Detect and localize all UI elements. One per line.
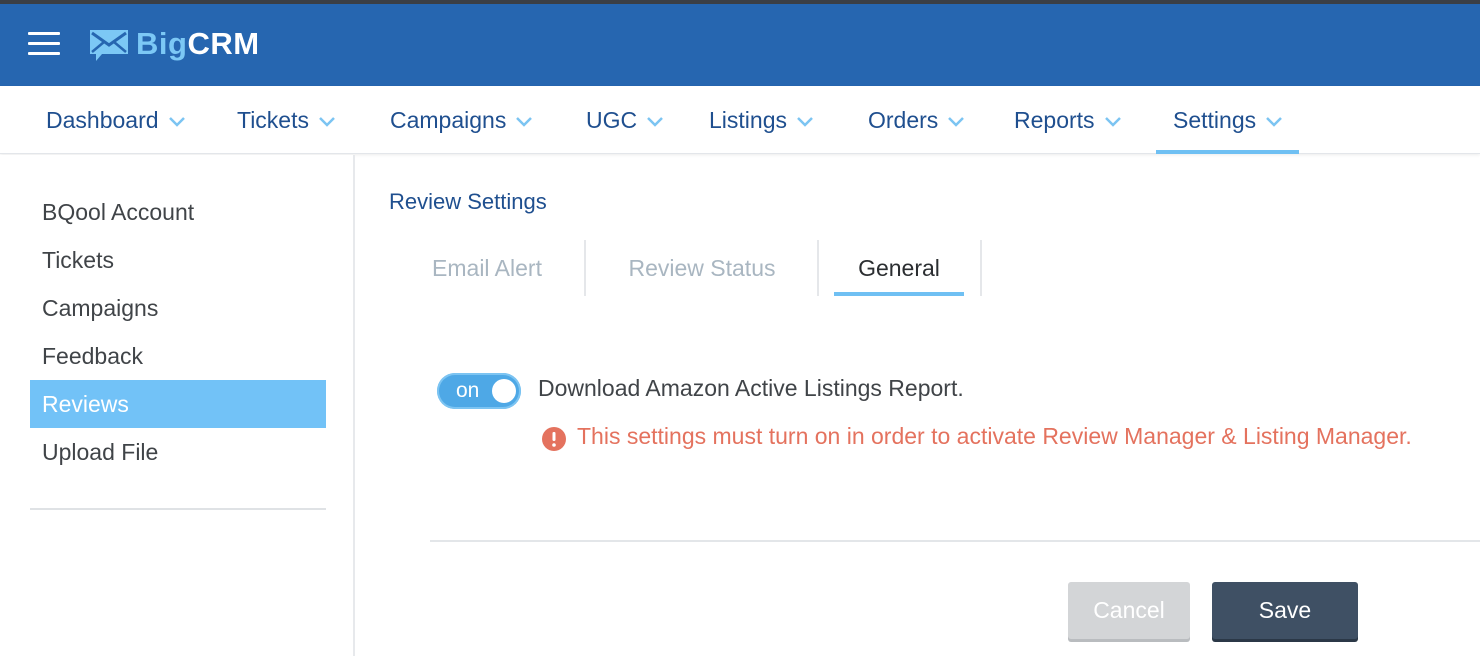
nav-orders[interactable]: Orders [868, 86, 965, 154]
cancel-button[interactable]: Cancel [1068, 582, 1190, 639]
toggle-knob [492, 379, 516, 403]
sidebar-item-upload-file[interactable]: Upload File [30, 428, 326, 476]
chevron-down-icon [1266, 117, 1282, 127]
nav-reports[interactable]: Reports [1014, 86, 1122, 154]
nav-label: Orders [868, 106, 939, 133]
chevron-down-icon [168, 117, 185, 127]
tab-divider [980, 240, 982, 296]
chevron-down-icon [1104, 117, 1121, 127]
save-button[interactable]: Save [1212, 582, 1358, 639]
sidebar-item-campaigns[interactable]: Campaigns [30, 284, 326, 332]
chevron-down-icon [647, 117, 664, 127]
nav-settings[interactable]: Settings [1155, 86, 1300, 154]
sidebar-divider [30, 508, 326, 510]
nav-ugc[interactable]: UGC [586, 86, 664, 154]
nav-label: Reports [1014, 106, 1095, 133]
warning-message: This settings must turn on in order to a… [577, 423, 1412, 449]
nav-label: Campaigns [390, 106, 507, 133]
nav-label: Listings [709, 106, 787, 133]
nav-label: UGC [586, 106, 638, 133]
chevron-down-icon [516, 117, 533, 127]
nav-label: Settings [1173, 106, 1257, 133]
main-nav: Dashboard Tickets Campaigns UGC Listings… [0, 86, 1480, 154]
sidebar-item-reviews[interactable]: Reviews [30, 380, 326, 428]
tab-divider [584, 240, 586, 296]
nav-label: Dashboard [46, 106, 159, 133]
chevron-down-icon [319, 117, 335, 127]
toggle-state-label: on [456, 379, 480, 402]
tab-divider [817, 240, 819, 296]
app-logo[interactable]: BigCRM [88, 22, 260, 66]
nav-listings[interactable]: Listings [709, 86, 814, 154]
setting-label: Download Amazon Active Listings Report. [538, 375, 964, 401]
chevron-down-icon [948, 117, 965, 127]
tab-review-status[interactable]: Review Status [612, 240, 792, 296]
tab-general[interactable]: General [834, 240, 964, 296]
logo-text: BigCRM [136, 26, 260, 61]
sidebar-item-feedback[interactable]: Feedback [30, 332, 326, 380]
active-tab-indicator [834, 292, 964, 296]
app-header: BigCRM [0, 4, 1480, 86]
page-title: Review Settings [389, 189, 547, 214]
content-divider [430, 540, 1480, 542]
exclamation-circle-icon [542, 427, 566, 451]
nav-tickets[interactable]: Tickets [237, 86, 336, 154]
sidebar-item-tickets[interactable]: Tickets [30, 236, 326, 284]
nav-campaigns[interactable]: Campaigns [390, 86, 533, 154]
nav-label: Tickets [237, 106, 309, 133]
sidebar-item-bqool-account[interactable]: BQool Account [30, 188, 326, 236]
tab-email-alert[interactable]: Email Alert [418, 240, 556, 296]
chevron-down-icon [797, 117, 813, 127]
listings-report-toggle[interactable]: on [437, 373, 521, 409]
envelope-logo-icon [90, 30, 128, 61]
menu-icon[interactable] [28, 32, 60, 56]
settings-sidebar: BQool Account Tickets Campaigns Feedback… [0, 155, 355, 656]
nav-dashboard[interactable]: Dashboard [46, 86, 186, 154]
